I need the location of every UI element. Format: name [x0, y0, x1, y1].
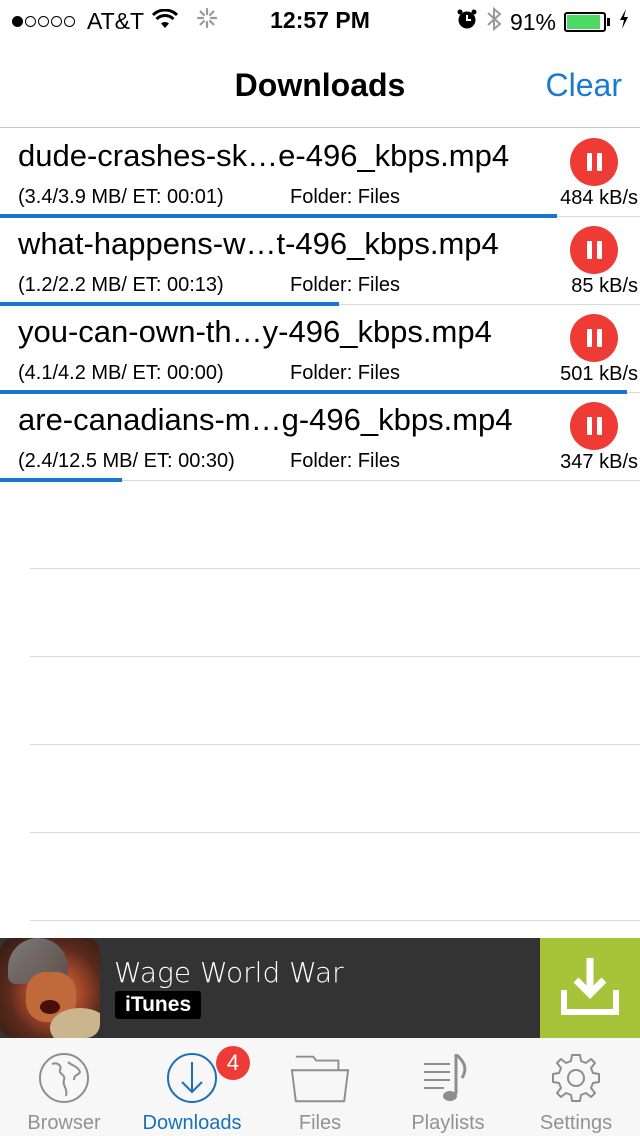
download-speed: 501 kB/s [560, 363, 638, 385]
playlist-icon [418, 1048, 478, 1108]
ad-art-mouth [40, 1000, 60, 1014]
download-speed: 347 kB/s [560, 451, 638, 473]
download-row[interactable]: you-can-own-th…y-496_kbps.mp4 (4.1/4.2 M… [0, 305, 640, 394]
downloads-list: dude-crashes-sk…e-496_kbps.mp4 (3.4/3.9 … [0, 129, 640, 921]
ad-download-button[interactable] [540, 938, 640, 1038]
status-bar: AT&T 12:57 PM 91% [0, 0, 640, 40]
tab-bar: Browser Downloads 4 Files Playlists Sett… [0, 1038, 640, 1136]
status-right: 91% [456, 6, 630, 38]
empty-row [30, 657, 640, 745]
download-size-eta: (4.1/4.2 MB/ ET: 00:00) [18, 362, 224, 384]
file-name: you-can-own-th…y-496_kbps.mp4 [18, 314, 492, 349]
download-icon [558, 954, 622, 1023]
download-folder: Folder: Files [290, 362, 401, 384]
download-size-eta: (2.4/12.5 MB/ ET: 00:30) [18, 450, 235, 472]
ad-title: Wage World War [114, 956, 344, 989]
clear-button[interactable]: Clear [546, 67, 622, 104]
pause-icon [586, 417, 592, 435]
globe-icon [34, 1048, 94, 1108]
download-row[interactable]: dude-crashes-sk…e-496_kbps.mp4 (3.4/3.9 … [0, 129, 640, 218]
ad-banner[interactable]: Wage World War iTunes [0, 938, 640, 1038]
pause-icon [586, 241, 592, 259]
download-folder: Folder: Files [290, 450, 401, 472]
empty-row [30, 833, 640, 921]
tab-label: Files [298, 1112, 342, 1134]
pause-button[interactable] [570, 314, 618, 362]
charging-icon [618, 8, 630, 36]
page-title: Downloads [234, 67, 406, 103]
pause-icon [596, 153, 602, 171]
ad-app-icon[interactable] [0, 938, 100, 1038]
download-folder: Folder: Files [290, 274, 401, 296]
tab-files[interactable]: Files [256, 1038, 384, 1136]
alarm-icon [456, 8, 478, 36]
battery-nub [607, 18, 610, 26]
progress-bar [0, 478, 122, 482]
pause-icon [596, 241, 602, 259]
battery-icon [564, 12, 606, 32]
download-speed: 85 kB/s [571, 275, 638, 297]
pause-icon [586, 153, 592, 171]
navigation-bar: Downloads Clear [0, 40, 640, 128]
download-row[interactable]: are-canadians-m…g-496_kbps.mp4 (2.4/12.5… [0, 393, 640, 482]
tab-label: Browser [27, 1112, 101, 1134]
file-name: dude-crashes-sk…e-496_kbps.mp4 [18, 138, 510, 173]
download-speed: 484 kB/s [560, 187, 638, 209]
battery-percent: 91% [509, 8, 556, 35]
pause-icon [596, 329, 602, 347]
tab-settings[interactable]: Settings [512, 1038, 640, 1136]
pause-icon [586, 329, 592, 347]
tab-label: Downloads [142, 1112, 242, 1134]
folder-icon [290, 1048, 350, 1108]
download-size-eta: (3.4/3.9 MB/ ET: 00:01) [18, 186, 224, 208]
bluetooth-icon [486, 6, 502, 38]
battery-level [567, 15, 600, 29]
downloads-count-badge: 4 [216, 1046, 250, 1080]
tab-browser[interactable]: Browser [0, 1038, 128, 1136]
empty-row [30, 745, 640, 833]
download-circle-icon [162, 1048, 222, 1108]
empty-row [30, 569, 640, 657]
download-folder: Folder: Files [290, 186, 401, 208]
itunes-badge: iTunes [115, 991, 202, 1019]
tab-label: Playlists [411, 1112, 485, 1134]
pause-button[interactable] [570, 226, 618, 274]
download-size-eta: (1.2/2.2 MB/ ET: 00:13) [18, 274, 224, 296]
file-name: what-happens-w…t-496_kbps.mp4 [18, 226, 499, 261]
download-row[interactable]: what-happens-w…t-496_kbps.mp4 (1.2/2.2 M… [0, 217, 640, 306]
tab-playlists[interactable]: Playlists [384, 1038, 512, 1136]
pause-button[interactable] [570, 402, 618, 450]
file-name: are-canadians-m…g-496_kbps.mp4 [18, 402, 513, 437]
tab-downloads[interactable]: Downloads 4 [128, 1038, 256, 1136]
tab-label: Settings [539, 1112, 613, 1134]
gear-icon [546, 1048, 606, 1108]
empty-row [30, 481, 640, 569]
pause-icon [596, 417, 602, 435]
pause-button[interactable] [570, 138, 618, 186]
